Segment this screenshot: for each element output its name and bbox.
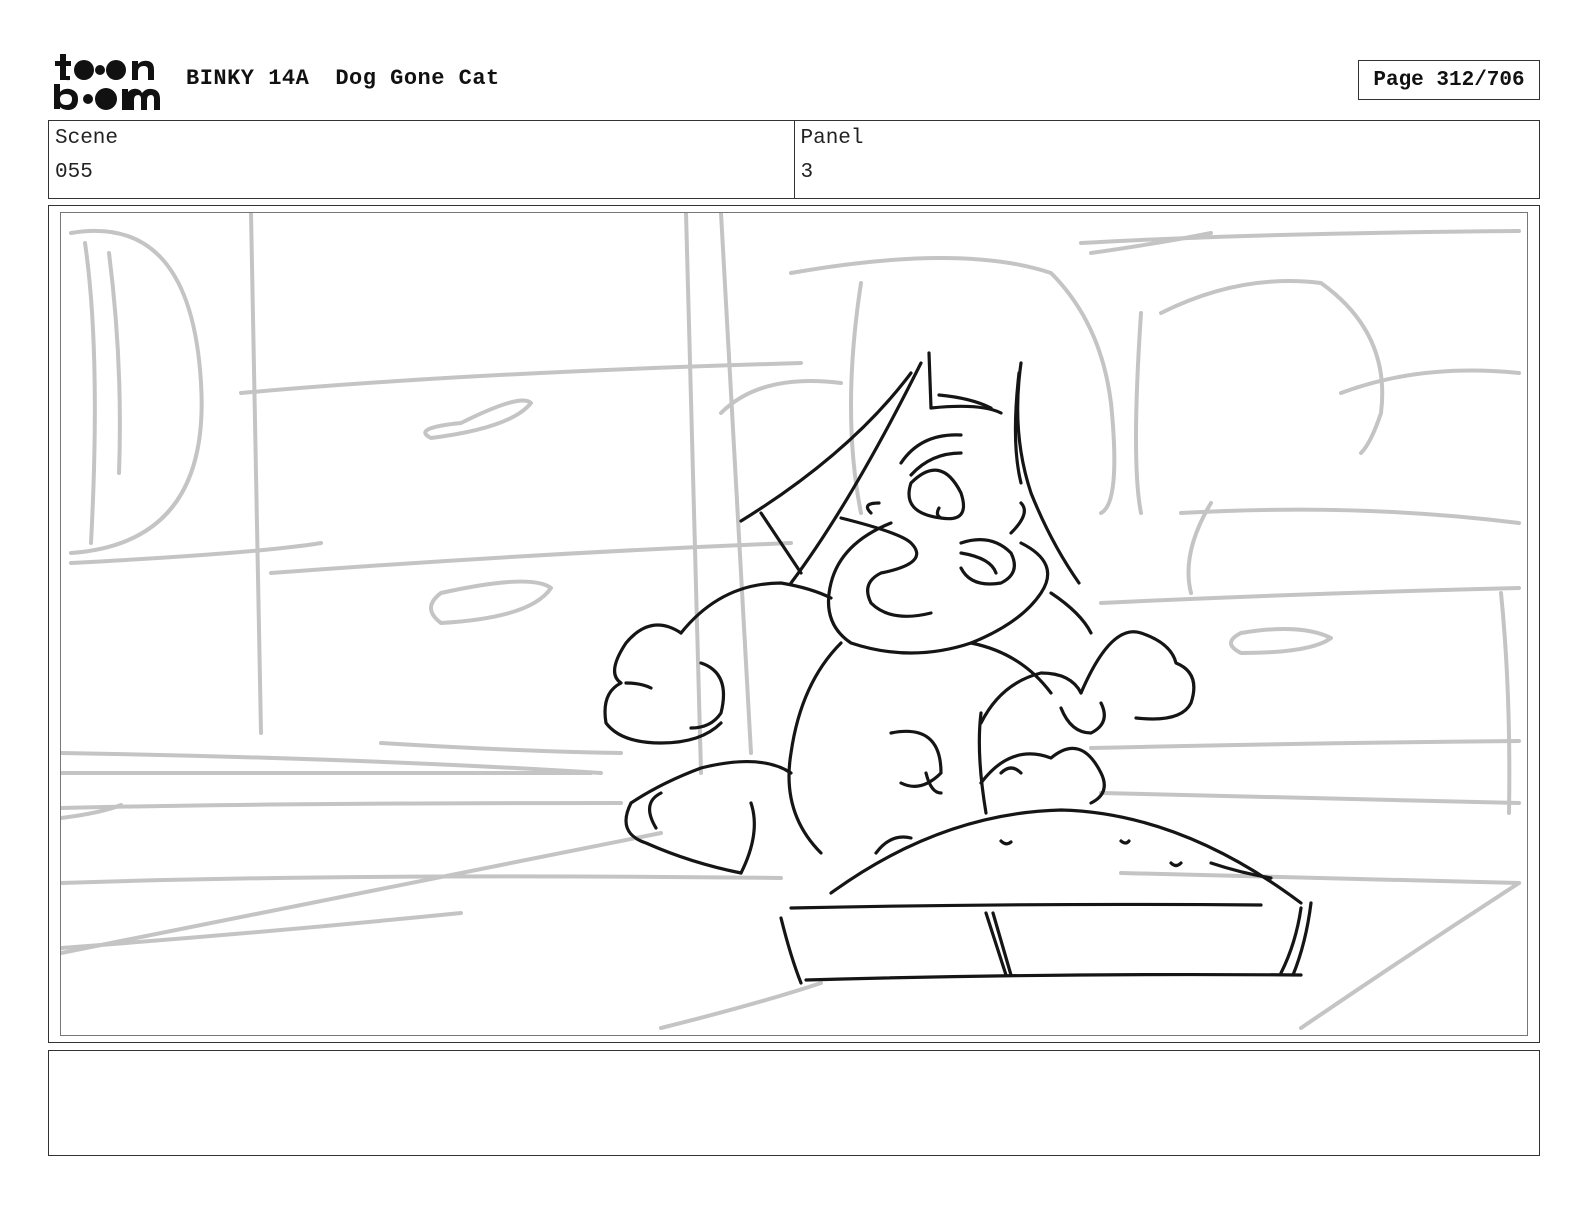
show-name: BINKY 14A — [186, 66, 310, 91]
panel-number: 3 — [800, 161, 814, 184]
storyboard-title: BINKY 14A Dog Gone Cat — [186, 66, 500, 91]
scene-label: Scene — [55, 127, 119, 150]
panel-label: Panel — [800, 127, 864, 150]
page-counter: Page 312/706 — [1358, 60, 1540, 100]
toon-boom-logo — [52, 52, 164, 112]
scene-number: 055 — [55, 161, 93, 184]
character-sketch — [603, 351, 1313, 985]
scene-panel-info: Scene 055 Panel 3 — [48, 120, 1540, 199]
panel-drawing — [60, 212, 1528, 1036]
background-sketch — [61, 213, 1521, 1030]
panel-notes — [48, 1050, 1540, 1156]
scene-cell: Scene 055 — [49, 121, 794, 198]
episode-title: Dog Gone Cat — [335, 66, 500, 91]
panel-cell: Panel 3 — [793, 121, 1540, 198]
